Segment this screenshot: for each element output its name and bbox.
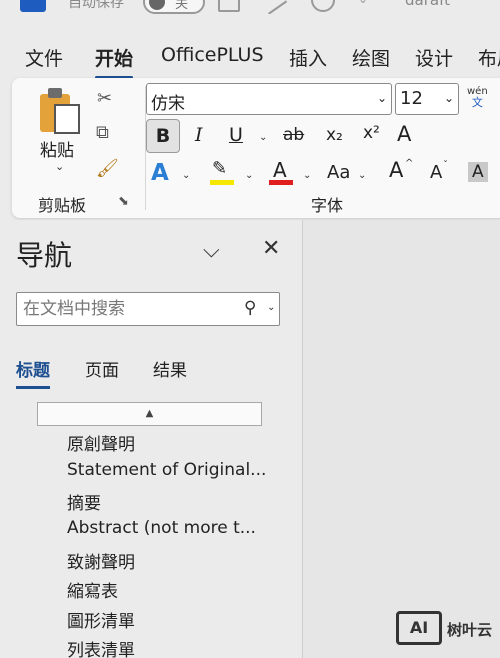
paste-icon[interactable] [40, 88, 82, 134]
font-color-bar [269, 180, 293, 185]
watermark-text: 树叶云 [447, 621, 493, 639]
tab-home[interactable]: 开始 [95, 44, 134, 79]
document-canvas[interactable] [303, 220, 500, 658]
search-icon[interactable]: ⚲ [244, 298, 256, 318]
tab-layout[interactable]: 布局 [478, 44, 500, 71]
italic-button[interactable]: I [195, 124, 203, 146]
format-painter-icon[interactable]: 🖌 [96, 158, 119, 179]
collapse-up-icon: ▲ [145, 408, 154, 419]
clipboard-group-label: 剪贴板 [38, 196, 87, 215]
clear-formatting-icon[interactable]: A [397, 122, 411, 146]
heading-item[interactable]: 圖形清單 [67, 607, 135, 632]
tab-design[interactable]: 设计 [415, 44, 453, 71]
highlight-color-bar [210, 180, 234, 185]
tab-file[interactable]: 文件 [25, 44, 63, 71]
grow-caret-icon: ^ [405, 158, 414, 169]
heading-item[interactable]: 摘要 [67, 489, 101, 514]
search-options-dropdown-icon[interactable]: ⌄ [267, 302, 275, 313]
nav-tab-pages[interactable]: 页面 [85, 356, 119, 381]
document-name: daraft [405, 0, 450, 9]
nav-tab-headings[interactable]: 标题 [16, 356, 50, 389]
subscript-button[interactable]: x₂ [326, 125, 343, 145]
undo-icon[interactable] [258, 0, 288, 14]
underline-button[interactable]: U [229, 124, 243, 146]
highlight-icon[interactable]: ✎ [212, 158, 227, 179]
copy-icon[interactable]: ⧉ [96, 122, 109, 143]
heading-item[interactable]: 致謝聲明 [67, 548, 135, 573]
character-shading-icon[interactable]: A [468, 162, 488, 182]
nav-pane-title: 导航 [16, 239, 73, 272]
nav-tab-results[interactable]: 结果 [153, 356, 187, 381]
heading-item[interactable]: 縮寫表 [67, 577, 118, 602]
tab-draw[interactable]: 绘图 [352, 44, 390, 71]
paste-button[interactable]: 粘贴 [40, 136, 74, 161]
heading-item[interactable]: Abstract (not more t... [67, 518, 256, 538]
heading-item[interactable]: 原創聲明 [67, 430, 135, 455]
heading-item[interactable]: 列表清單 [67, 636, 135, 658]
chevron-down-icon: ⌄ [376, 91, 387, 105]
cut-icon[interactable]: ✂ [97, 88, 112, 109]
font-group-label: 字体 [311, 196, 344, 215]
shrink-font-icon[interactable]: A [430, 162, 442, 183]
save-icon[interactable] [218, 0, 240, 12]
tab-insert[interactable]: 插入 [289, 44, 327, 71]
redo-icon[interactable] [311, 0, 335, 12]
font-size-select[interactable]: 12 ⌄ [395, 83, 459, 115]
bold-button[interactable]: B [146, 119, 180, 153]
strikethrough-button[interactable]: ab [283, 125, 304, 145]
collapse-headings-bar[interactable]: ▲ [37, 402, 262, 426]
text-effects-icon[interactable]: A [151, 160, 169, 186]
text-effects-dropdown-icon[interactable]: ⌄ [182, 170, 190, 181]
quick-access-dropdown-icon[interactable]: ⌄ [358, 0, 368, 6]
navigation-pane: 导航 ⌵ ✕ ⚲ ⌄ 标题 页面 结果 ▲ 原創聲明 Statement of … [0, 220, 302, 658]
highlight-dropdown-icon[interactable]: ⌄ [245, 170, 253, 181]
shrink-caret-icon: ˇ [443, 160, 448, 171]
font-size-value: 12 [400, 88, 423, 109]
watermark-logo: AI [396, 611, 442, 645]
watermark: AI 树叶云 [396, 609, 500, 649]
ribbon-panel: 粘贴 ⌄ ✂ ⧉ 🖌 剪贴板 ⬊ 仿宋 ⌄ 12 ⌄ wén 文 B I U ⌄… [12, 78, 500, 218]
paste-dropdown-icon[interactable]: ⌄ [55, 160, 64, 173]
clipboard-launcher-icon[interactable]: ⬊ [118, 194, 129, 209]
autosave-label: 自动保存 [68, 0, 124, 11]
nav-search-box[interactable]: ⚲ ⌄ [16, 292, 280, 326]
chevron-down-icon[interactable]: ⌵ [203, 238, 220, 263]
change-case-dropdown-icon[interactable]: ⌄ [358, 170, 366, 181]
font-name-select[interactable]: 仿宋 ⌄ [146, 83, 392, 115]
nav-search-input[interactable] [23, 298, 233, 320]
toggle-knob [149, 0, 165, 10]
tab-officeplus[interactable]: OfficePLUS [161, 44, 264, 66]
superscript-button[interactable]: x² [363, 123, 380, 143]
ribbon-tabs: 文件 开始 OfficePLUS 插入 绘图 设计 布局 [0, 36, 500, 79]
change-case-icon[interactable]: Aa [327, 162, 350, 183]
chevron-down-icon: ⌄ [443, 91, 454, 105]
word-logo-icon [20, 0, 46, 12]
close-icon[interactable]: ✕ [262, 236, 280, 261]
autosave-toggle[interactable]: 关 [143, 0, 205, 14]
font-name-value: 仿宋 [151, 94, 185, 114]
font-color-dropdown-icon[interactable]: ⌄ [303, 170, 311, 181]
grow-font-icon[interactable]: A [389, 158, 403, 182]
font-color-icon[interactable]: A [273, 158, 287, 182]
heading-item[interactable]: Statement of Original... [67, 460, 266, 480]
phonetic-guide-icon[interactable]: wén 文 [467, 86, 488, 108]
underline-dropdown-icon[interactable]: ⌄ [259, 132, 267, 143]
toggle-state: 关 [175, 0, 189, 12]
title-bar: 自动保存 关 ⌄ daraft [0, 0, 500, 14]
